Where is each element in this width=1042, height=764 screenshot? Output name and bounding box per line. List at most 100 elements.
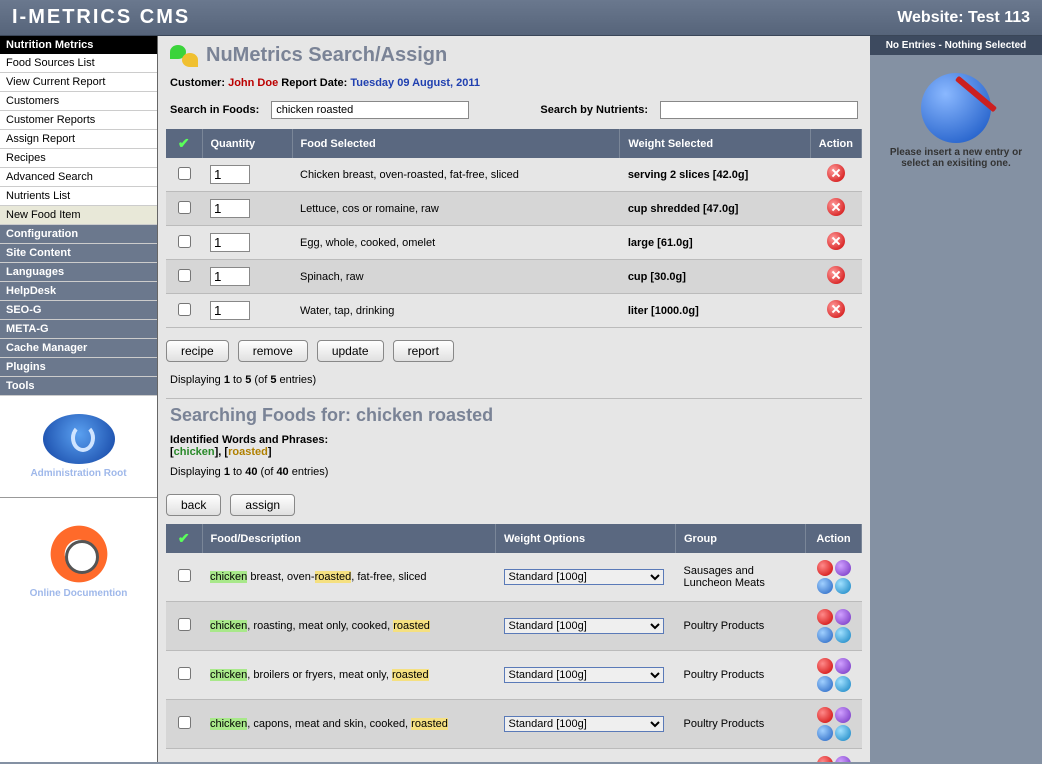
group-cell: Poultry Products (676, 749, 806, 763)
remove-button[interactable]: remove (238, 340, 308, 362)
admin-root-block[interactable]: Administration Root (0, 396, 157, 489)
delete-icon[interactable] (827, 266, 845, 284)
quantity-input[interactable] (210, 199, 250, 218)
weight-select[interactable]: Standard [100g] (504, 618, 664, 634)
sidebar-section-plugins[interactable]: Plugins (0, 358, 157, 377)
col-quantity[interactable]: Quantity (202, 129, 292, 158)
right-panel-head: No Entries - Nothing Selected (870, 36, 1042, 55)
row-checkbox[interactable] (178, 201, 191, 214)
row-checkbox[interactable] (178, 716, 191, 729)
row-checkbox[interactable] (178, 618, 191, 631)
help-icon[interactable] (835, 756, 851, 762)
table-row: chicken, broilers or fryers, meat only, … (166, 651, 862, 700)
quantity-input[interactable] (210, 233, 250, 252)
row-checkbox[interactable] (178, 569, 191, 582)
col-action: Action (806, 524, 862, 553)
sidebar-item-customers[interactable]: Customers (0, 92, 157, 111)
help-icon[interactable] (835, 658, 851, 674)
col-weight[interactable]: Weight Selected (620, 129, 810, 158)
results-status: Displaying 1 to 40 (of 40 entries) (166, 458, 862, 490)
food-cell: Spinach, raw (292, 260, 620, 294)
row-checkbox[interactable] (178, 269, 191, 282)
sidebar-section-cache-manager[interactable]: Cache Manager (0, 339, 157, 358)
food-desc-cell: chicken, capons, meat and skin, cooked, … (202, 700, 496, 749)
delete-icon[interactable] (827, 300, 845, 318)
sidebar-item-food-sources-list[interactable]: Food Sources List (0, 54, 157, 73)
sidebar-item-view-current-report[interactable]: View Current Report (0, 73, 157, 92)
weight-select[interactable]: Standard [100g] (504, 716, 664, 732)
assign-button[interactable]: assign (230, 494, 295, 516)
weight-select[interactable]: Standard [100g] (504, 667, 664, 683)
page-title: NuMetrics Search/Assign (166, 42, 862, 75)
delete-icon[interactable] (817, 560, 833, 576)
food-cell: Chicken breast, oven-roasted, fat-free, … (292, 158, 620, 192)
row-checkbox[interactable] (178, 235, 191, 248)
customer-meta: Customer: John Doe Report Date: Tuesday … (166, 75, 862, 99)
help-icon[interactable] (835, 609, 851, 625)
search-foods-input[interactable] (271, 101, 469, 119)
box-icon[interactable] (817, 627, 833, 643)
info-icon[interactable] (835, 627, 851, 643)
row-checkbox[interactable] (178, 667, 191, 680)
sidebar-item-nutrients-list[interactable]: Nutrients List (0, 187, 157, 206)
app-title: I-METRICS CMS (12, 6, 190, 29)
delete-icon[interactable] (817, 756, 833, 762)
col-food[interactable]: Food Selected (292, 129, 620, 158)
sidebar-item-recipes[interactable]: Recipes (0, 149, 157, 168)
delete-icon[interactable] (827, 198, 845, 216)
sidebar-section-helpdesk[interactable]: HelpDesk (0, 282, 157, 301)
quantity-input[interactable] (210, 165, 250, 184)
search-nutrients-input[interactable] (660, 101, 858, 119)
customer-name: John Doe (228, 77, 278, 89)
weight-cell: cup shredded [47.0g] (620, 192, 810, 226)
update-button[interactable]: update (317, 340, 384, 362)
online-docs-block[interactable]: Online Documention (0, 506, 157, 609)
weight-select[interactable]: Standard [100g] (504, 569, 664, 585)
power-icon (43, 414, 115, 464)
box-icon[interactable] (817, 676, 833, 692)
lifebuoy-icon (43, 524, 115, 584)
sidebar-item-assign-report[interactable]: Assign Report (0, 130, 157, 149)
delete-icon[interactable] (827, 232, 845, 250)
sidebar-section-meta-g[interactable]: META-G (0, 320, 157, 339)
help-icon[interactable] (835, 560, 851, 576)
sidebar-item-new-food-item[interactable]: New Food Item (0, 206, 157, 225)
back-button[interactable]: back (166, 494, 221, 516)
col-check[interactable]: ✔ (166, 129, 202, 158)
row-checkbox[interactable] (178, 303, 191, 316)
col-group[interactable]: Group (676, 524, 806, 553)
sidebar-section-tools[interactable]: Tools (0, 377, 157, 396)
sidebar-section-seo-g[interactable]: SEO-G (0, 301, 157, 320)
report-date: Tuesday 09 August, 2011 (350, 77, 480, 89)
delete-icon[interactable] (817, 609, 833, 625)
sidebar-section-languages[interactable]: Languages (0, 263, 157, 282)
sidebar-item-customer-reports[interactable]: Customer Reports (0, 111, 157, 130)
col-weight-options[interactable]: Weight Options (496, 524, 676, 553)
sidebar-head-nutrition[interactable]: Nutrition Metrics (0, 36, 157, 54)
recipe-button[interactable]: recipe (166, 340, 229, 362)
results-table: ✔ Food/Description Weight Options Group … (166, 524, 862, 762)
delete-icon[interactable] (817, 707, 833, 723)
info-icon[interactable] (835, 725, 851, 741)
website-label: Website: Test 113 (897, 9, 1030, 27)
sidebar-item-advanced-search[interactable]: Advanced Search (0, 168, 157, 187)
weight-cell: serving 2 slices [42.0g] (620, 158, 810, 192)
col-check[interactable]: ✔ (166, 524, 202, 553)
box-icon[interactable] (817, 578, 833, 594)
sidebar-section-configuration[interactable]: Configuration (0, 225, 157, 244)
help-icon[interactable] (835, 707, 851, 723)
info-icon[interactable] (835, 578, 851, 594)
col-food-desc[interactable]: Food/Description (202, 524, 496, 553)
search-row: Search in Foods: Search by Nutrients: (166, 99, 862, 129)
online-docs-label: Online Documention (0, 588, 157, 599)
report-button[interactable]: report (393, 340, 454, 362)
quantity-input[interactable] (210, 267, 250, 286)
info-icon[interactable] (835, 676, 851, 692)
sidebar-section-site-content[interactable]: Site Content (0, 244, 157, 263)
box-icon[interactable] (817, 725, 833, 741)
quantity-input[interactable] (210, 301, 250, 320)
app-header: I-METRICS CMS Website: Test 113 (0, 0, 1042, 36)
delete-icon[interactable] (817, 658, 833, 674)
row-checkbox[interactable] (178, 167, 191, 180)
delete-icon[interactable] (827, 164, 845, 182)
